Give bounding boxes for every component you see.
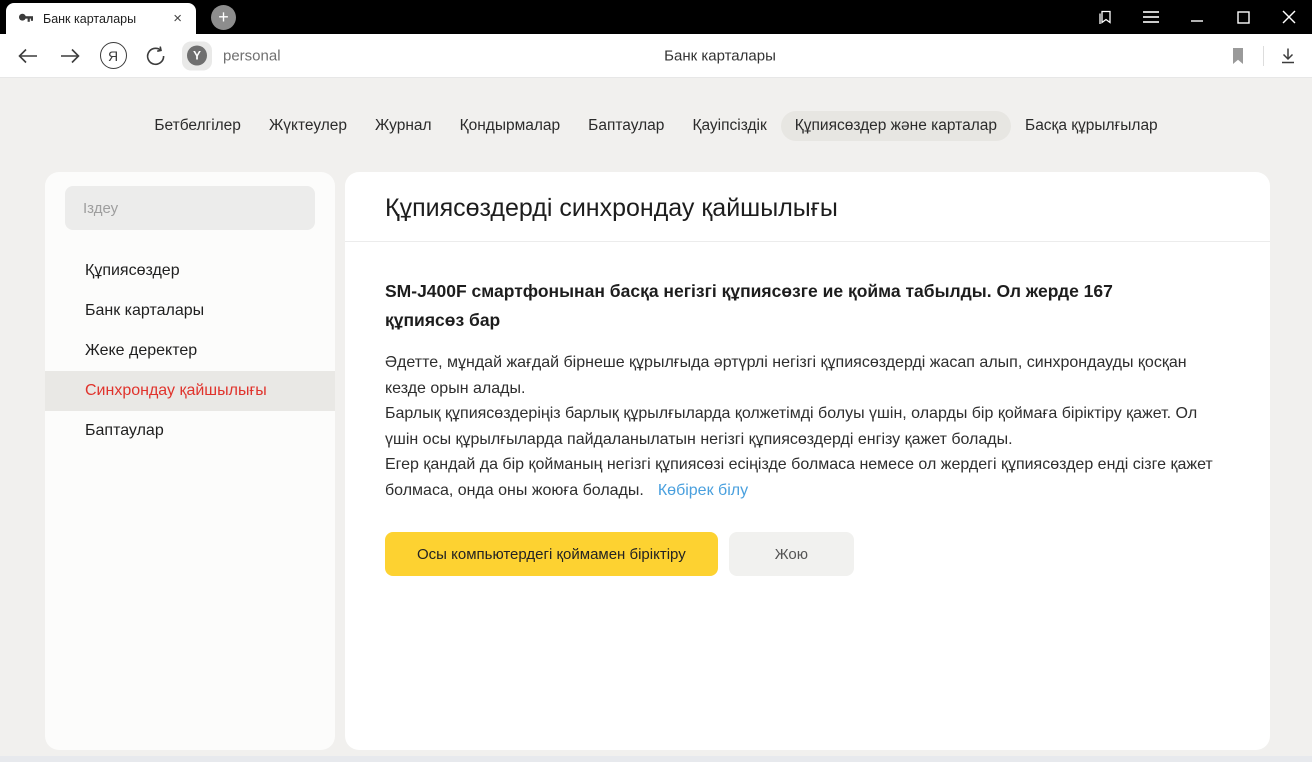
menu-icon [1142, 10, 1160, 24]
main-header: Құпиясөздерді синхрондау қайшылығы [345, 172, 1270, 242]
profile-badge[interactable]: Y personal [182, 41, 281, 70]
nav-tab-history[interactable]: Журнал [361, 111, 446, 141]
sync-conflict-content: SM-J400F смартфонынан басқа негізгі құпи… [345, 242, 1270, 576]
nav-tab-security[interactable]: Қауіпсіздік [678, 111, 780, 141]
profile-avatar-icon: Y [187, 46, 207, 66]
delete-button[interactable]: Жою [729, 532, 854, 576]
sidebar-item-passwords[interactable]: Құпиясөздер [45, 251, 335, 291]
main-panel: Құпиясөздерді синхрондау қайшылығы SM-J4… [345, 172, 1270, 750]
sidebar-items: Құпиясөздер Банк карталары Жеке деректер… [45, 251, 335, 451]
sidebar-item-sync-conflict[interactable]: Синхрондау қайшылығы [45, 371, 335, 411]
toolbar-divider [1263, 46, 1264, 66]
search-input[interactable] [65, 186, 315, 230]
page-heading: Құпиясөздерді синхрондау қайшылығы [385, 194, 1230, 223]
browser-tab[interactable]: Банк карталары × [6, 3, 196, 34]
forward-arrow-icon [58, 46, 82, 66]
nav-tab-settings[interactable]: Баптаулар [574, 111, 678, 141]
minimize-icon [1190, 10, 1204, 24]
browser-titlebar: Банк карталары × + [0, 0, 1312, 34]
address-bar-title[interactable]: Банк карталары [664, 47, 776, 64]
profile-avatar: Y [182, 41, 212, 70]
merge-with-local-storage-button[interactable]: Осы компьютердегі қоймамен біріктіру [385, 532, 718, 576]
conflict-description: Әдетте, мұндай жағдай бірнеше құрылғыда … [385, 350, 1230, 503]
sidebar-item-personal-data[interactable]: Жеке деректер [45, 331, 335, 371]
back-arrow-icon [16, 46, 40, 66]
minimize-button[interactable] [1174, 0, 1220, 34]
description-paragraph-3: Егер қандай да бір қойманың негізгі құпи… [385, 452, 1230, 503]
yandex-logo-button[interactable]: Я [97, 40, 129, 72]
download-icon [1278, 46, 1298, 66]
conflict-alert-heading: SM-J400F смартфонынан басқа негізгі құпи… [385, 277, 1195, 335]
bookmarks-panel-button[interactable] [1082, 0, 1128, 34]
settings-sidebar: Құпиясөздер Банк карталары Жеке деректер… [45, 172, 335, 750]
description-paragraph-1: Әдетте, мұндай жағдай бірнеше құрылғыда … [385, 350, 1230, 401]
refresh-icon [145, 45, 167, 67]
nav-tab-extensions[interactable]: Қондырмалар [446, 111, 575, 141]
tab-close-icon[interactable]: × [169, 9, 186, 28]
maximize-icon [1237, 11, 1250, 24]
learn-more-link[interactable]: Көбірек білу [658, 482, 748, 499]
browser-toolbar: Я Y personal Банк карталары [0, 34, 1312, 78]
nav-tab-passwords-and-cards[interactable]: Құпиясөздер және карталар [781, 111, 1011, 141]
window-bottom-edge [0, 756, 1312, 762]
browser-menu-button[interactable] [1128, 0, 1174, 34]
forward-button[interactable] [54, 40, 86, 72]
bookmarks-panel-icon [1095, 7, 1115, 27]
plus-icon: + [218, 7, 229, 28]
nav-tab-bookmarks[interactable]: Бетбелгілер [140, 111, 255, 141]
nav-tab-downloads[interactable]: Жүктеулер [255, 111, 361, 141]
passwords-key-icon [18, 11, 34, 27]
bookmark-flag-icon [1229, 46, 1247, 66]
refresh-button[interactable] [140, 40, 172, 72]
settings-nav-tabs: Бетбелгілер Жүктеулер Журнал Қондырмалар… [0, 111, 1312, 141]
window-controls [1082, 0, 1312, 34]
back-button[interactable] [12, 40, 44, 72]
description-paragraph-2: Барлық құпиясөздеріңіз барлық құрылғылар… [385, 401, 1230, 452]
downloads-button[interactable] [1272, 40, 1304, 72]
bookmark-button[interactable] [1222, 40, 1254, 72]
action-buttons: Осы компьютердегі қоймамен біріктіру Жою [385, 532, 1230, 576]
tab-title: Банк карталары [43, 12, 169, 26]
sidebar-item-settings[interactable]: Баптаулар [45, 411, 335, 451]
yandex-logo-icon: Я [100, 42, 127, 69]
sidebar-item-bank-cards[interactable]: Банк карталары [45, 291, 335, 331]
profile-label: personal [223, 47, 281, 64]
nav-tab-other-devices[interactable]: Басқа құрылғылар [1011, 111, 1172, 141]
window-close-icon [1282, 10, 1296, 24]
new-tab-button[interactable]: + [211, 5, 236, 30]
maximize-button[interactable] [1220, 0, 1266, 34]
window-close-button[interactable] [1266, 0, 1312, 34]
